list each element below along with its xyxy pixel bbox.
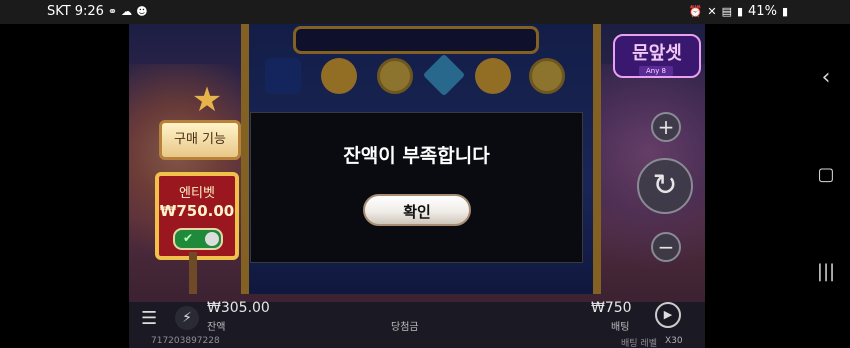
balance-label: 잔액 — [207, 322, 226, 333]
carrier-label: SKT — [47, 4, 71, 19]
autoplay-icon[interactable]: ▶ — [655, 302, 681, 328]
insufficient-balance-dialog: 잔액이 부족합니다 확인 — [250, 112, 583, 263]
bet-level-value: X30 — [665, 336, 683, 346]
lte-icon: ▤ — [721, 4, 732, 18]
ante-bet-price: ₩750.00 — [159, 202, 235, 220]
spin-button[interactable]: ↻ — [637, 158, 693, 214]
game-logo-sub: Any 8 — [639, 66, 673, 76]
check-icon: ✔ — [183, 231, 194, 245]
dialog-message: 잔액이 부족합니다 — [343, 145, 490, 167]
alarm-icon: ⏰ — [688, 4, 703, 18]
bet-increase-button[interactable]: + — [651, 112, 681, 142]
cloud-icon: ☁ — [121, 4, 133, 18]
turbo-bolt-icon[interactable]: ⚡ — [175, 306, 199, 330]
emoji-icon: ☻ — [136, 4, 148, 18]
menu-icon[interactable]: ☰ — [141, 308, 157, 329]
mute-icon: ✕ — [707, 4, 717, 18]
balance-value: ₩305.00 — [207, 300, 270, 316]
battery-icon: ▮ — [781, 4, 788, 18]
toggle-knob — [205, 232, 219, 246]
confirm-button[interactable]: 확인 — [363, 194, 471, 226]
recents-icon[interactable]: ||| — [808, 254, 844, 290]
sign-pole — [189, 252, 197, 294]
signal-icon: ▮ — [736, 4, 744, 18]
ante-bet-label: 엔티벳 — [179, 186, 215, 201]
status-bar: SKT 9:26 ⚭ ☁ ☻ ⏰ ✕ ▤ ▮ 41% ▮ — [0, 0, 850, 24]
bet-value: ₩750 — [591, 300, 632, 316]
ante-bet-panel: 엔티벳 ₩750.00 ✔ — [155, 172, 239, 260]
home-icon[interactable]: ▢ — [808, 157, 844, 193]
back-icon[interactable]: ‹ — [808, 60, 844, 96]
star-sign-icon: ★ — [191, 80, 223, 120]
bet-level-label: 배팅 레벨 — [621, 339, 657, 348]
game-round-id: 717203897228 — [151, 336, 220, 346]
link-icon: ⚭ — [107, 4, 118, 18]
bottom-bar: ☰ ⚡ ₩305.00 잔액 당첨금 ₩750 배팅 ▶ 71720389722… — [129, 300, 705, 348]
bet-decrease-button[interactable]: − — [651, 232, 681, 262]
ante-bet-toggle[interactable]: ✔ — [173, 228, 223, 250]
win-label: 당첨금 — [391, 322, 419, 333]
clock: 9:26 — [74, 4, 104, 19]
buy-feature-button[interactable]: 구매 기능 — [159, 120, 241, 160]
battery-percent: 41% — [748, 4, 777, 19]
bet-label: 배팅 — [611, 322, 630, 333]
